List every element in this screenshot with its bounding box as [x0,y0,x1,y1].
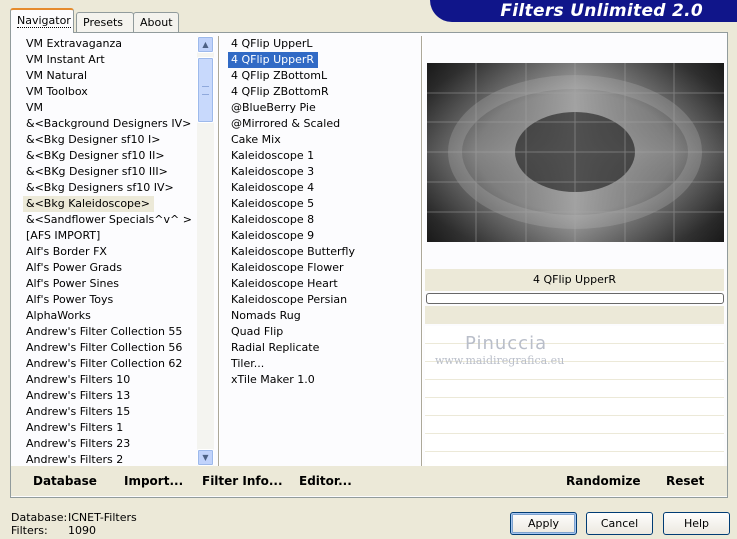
category-item[interactable]: Alf's Power Grads [23,260,199,276]
parameter-slot [425,380,724,398]
filter-item[interactable]: Kaleidoscope 5 [228,196,418,212]
panel-toolbar: Database Import... Filter Info... Editor… [11,466,727,496]
category-item[interactable]: &<Sandflower Specials^v^ > [23,212,199,228]
filter-item[interactable]: Kaleidoscope 4 [228,180,418,196]
category-item[interactable]: [AFS IMPORT] [23,228,199,244]
scroll-thumb[interactable] [197,57,214,123]
tab-navigator[interactable]: Navigator [10,8,74,33]
filter-item[interactable]: Kaleidoscope 3 [228,164,418,180]
category-item[interactable]: Andrew's Filters 2 [23,452,199,466]
scroll-up-button[interactable]: ▲ [197,36,214,53]
filter-item[interactable]: Kaleidoscope 1 [228,148,418,164]
preview-image [427,63,724,242]
filter-item[interactable]: @Mirrored & Scaled [228,116,418,132]
navigator-panel: VM Extravaganza VM Instant Art VM Natural V… [10,32,728,498]
category-item[interactable]: AlphaWorks [23,308,199,324]
apply-button[interactable]: Apply [510,512,577,535]
category-item[interactable]: Andrew's Filters 23 [23,436,199,452]
divider [421,36,423,496]
selected-filter-name: 4 QFlip UpperR [425,269,724,291]
category-item[interactable]: &<BKg Designer sf10 II> [23,148,199,164]
filters-count-value: 1090 [68,524,96,537]
database-label: Database: [11,511,68,524]
category-item[interactable]: VM Natural [23,68,199,84]
randomize-button[interactable]: Randomize [566,474,640,488]
category-item[interactable]: Alf's Border FX [23,244,199,260]
divider [218,36,220,466]
filter-item[interactable]: 4 QFlip ZBottomL [228,68,418,84]
tab-presets[interactable]: Presets [76,12,134,32]
filter-list[interactable]: 4 QFlip UpperL 4 QFlip UpperR 4 QFlip ZBot… [228,36,418,466]
parameter-slot [425,344,724,362]
category-item[interactable]: Andrew's Filter Collection 62 [23,356,199,372]
category-item[interactable]: Alf's Power Sines [23,276,199,292]
parameter-slot [425,416,724,434]
filter-item[interactable]: Quad Flip [228,324,418,340]
parameter-header [425,306,724,324]
reset-button[interactable]: Reset [666,474,704,488]
help-button[interactable]: Help [663,512,730,535]
tab-about[interactable]: About [133,12,179,32]
category-item[interactable]: &<Bkg Kaleidoscope> [23,196,155,212]
app-title: Filters Unlimited 2.0 [500,1,703,21]
filter-item[interactable]: Radial Replicate [228,340,418,356]
parameter-slot [425,434,724,452]
category-item[interactable]: Andrew's Filters 10 [23,372,199,388]
category-item[interactable]: &<BKg Designer sf10 III> [23,164,199,180]
filter-item[interactable]: 4 QFlip ZBottomR [228,84,418,100]
filter-item[interactable]: Kaleidoscope Flower [228,260,418,276]
category-item[interactable]: VM Toolbox [23,84,199,100]
filter-item[interactable]: Kaleidoscope Persian [228,292,418,308]
category-item[interactable]: VM [23,100,199,116]
title-banner: Filters Unlimited 2.0 [430,0,737,22]
filter-info-button[interactable]: Filter Info... [202,474,283,488]
category-item[interactable]: Andrew's Filters 15 [23,404,199,420]
scroll-down-button[interactable]: ▼ [197,449,214,466]
database-button[interactable]: Database [33,474,97,488]
filter-item[interactable]: 4 QFlip UpperR [228,52,319,68]
category-item[interactable]: Alf's Power Toys [23,292,199,308]
database-info: Database:ICNET-Filters Filters: 1090 [11,511,137,537]
filter-item[interactable]: Nomads Rug [228,308,418,324]
category-item[interactable]: Andrew's Filter Collection 56 [23,340,199,356]
parameter-slot [425,398,724,416]
category-item[interactable]: Andrew's Filters 1 [23,420,199,436]
filter-item[interactable]: Kaleidoscope Heart [228,276,418,292]
category-item[interactable]: &<Background Designers IV> [23,116,199,132]
import-button[interactable]: Import... [124,474,183,488]
filter-item[interactable]: Kaleidoscope 8 [228,212,418,228]
category-item[interactable]: &<Bkg Designer sf10 I> [23,132,199,148]
category-item[interactable]: VM Extravaganza [23,36,199,52]
category-list[interactable]: VM Extravaganza VM Instant Art VM Natural V… [23,36,199,466]
category-item[interactable]: &<Bkg Designers sf10 IV> [23,180,199,196]
filter-item[interactable]: Cake Mix [228,132,418,148]
database-value: ICNET-Filters [68,511,137,524]
category-item[interactable]: Andrew's Filters 13 [23,388,199,404]
parameter-slot [425,362,724,380]
category-item[interactable]: VM Instant Art [23,52,199,68]
filter-item[interactable]: Tiler... [228,356,418,372]
filter-item[interactable]: Kaleidoscope Butterfly [228,244,418,260]
progress-bar [426,293,724,304]
category-item[interactable]: Andrew's Filter Collection 55 [23,324,199,340]
filter-item[interactable]: xTile Maker 1.0 [228,372,418,388]
category-scrollbar[interactable]: ▲ ▼ [197,36,214,466]
filter-item[interactable]: 4 QFlip UpperL [228,36,418,52]
filter-item[interactable]: @BlueBerry Pie [228,100,418,116]
editor-button[interactable]: Editor... [299,474,352,488]
filters-count-label: Filters: [11,524,48,537]
parameter-slots [425,326,724,470]
filter-item[interactable]: Kaleidoscope 9 [228,228,418,244]
cancel-button[interactable]: Cancel [586,512,653,535]
parameter-slot [425,326,724,344]
